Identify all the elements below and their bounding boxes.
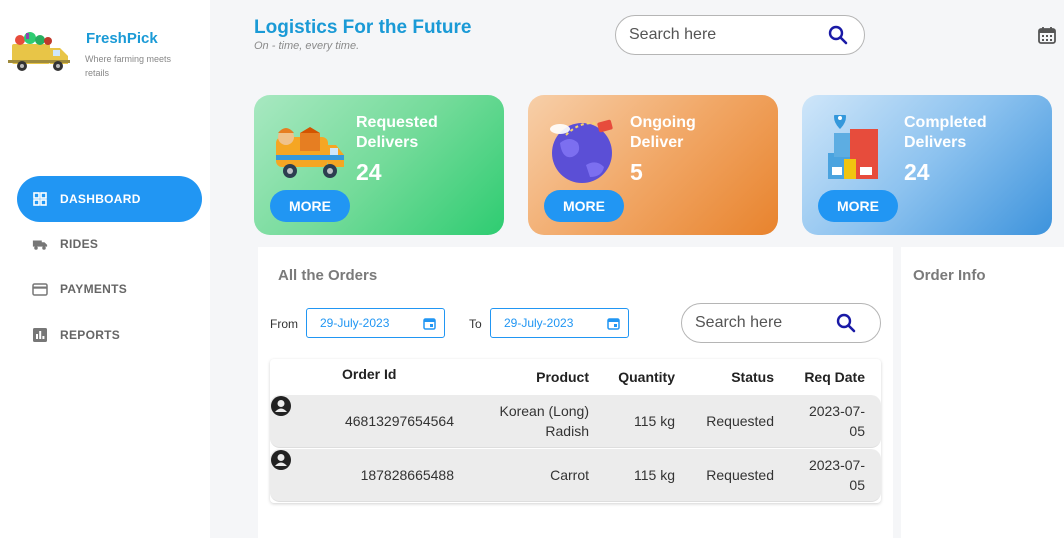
delivery-truck-logo [8, 32, 70, 71]
column-header-quantity[interactable]: Quantity [618, 369, 675, 385]
product-line: Korean (Long) [499, 403, 589, 419]
truck-icon [32, 236, 48, 252]
user-avatar-icon [271, 396, 291, 416]
status: Requested [706, 467, 774, 483]
column-header-product[interactable]: Product [536, 369, 589, 385]
date-line: 2023-07- [808, 457, 865, 473]
orders-search-input[interactable] [695, 314, 825, 332]
date-line: 05 [849, 423, 865, 439]
sidebar: FreshPick Where farming meets retails DA… [0, 0, 210, 538]
product-name: Carrot [550, 465, 589, 485]
req-date: 2023-07- 05 [809, 401, 865, 441]
brand-name: FreshPick [86, 30, 158, 47]
orders-search-box[interactable] [681, 303, 881, 343]
nav-label: RIDES [60, 237, 99, 251]
to-date-field[interactable]: 29-July-2023 [490, 308, 629, 338]
orders-panel: All the Orders From 29-July-2023 To 29-J… [258, 247, 893, 538]
card-count: 24 [904, 159, 930, 185]
nav-label: DASHBOARD [60, 192, 141, 206]
date-line: 05 [849, 477, 865, 493]
packages-illustration [828, 115, 878, 179]
to-date-value: 29-July-2023 [504, 316, 574, 330]
order-info-panel: Order Info [901, 247, 1064, 538]
card-label: Ongoing Deliver [630, 114, 696, 151]
table-row[interactable]: 187828665488 Carrot 115 kg Requested 202… [270, 449, 881, 502]
to-label: To [469, 317, 482, 331]
nav-item-reports[interactable]: REPORTS [17, 312, 202, 358]
calendar-icon[interactable] [423, 317, 436, 330]
search-icon[interactable] [836, 313, 856, 333]
nav-item-dashboard[interactable]: DASHBOARD [17, 176, 202, 222]
more-button[interactable]: MORE [544, 190, 624, 222]
date-line: 2023-07- [808, 403, 865, 419]
nav-label: PAYMENTS [60, 282, 128, 296]
bar-chart-icon [32, 327, 48, 343]
orders-table: Order Id Product Quantity Status Req Dat… [270, 359, 881, 503]
from-date-field[interactable]: 29-July-2023 [306, 308, 445, 338]
table-row[interactable]: 46813297654564 Korean (Long) Radish 115 … [270, 395, 881, 448]
card-count: 5 [630, 159, 643, 185]
quantity: 115 kg [634, 413, 675, 429]
column-header-req-date[interactable]: Req Date [804, 369, 865, 385]
from-label: From [270, 317, 298, 331]
from-date-value: 29-July-2023 [320, 316, 390, 330]
card-label: Completed Delivers [904, 114, 987, 151]
user-avatar-icon [271, 450, 291, 470]
order-info-title: Order Info [913, 267, 986, 284]
credit-card-icon [32, 281, 48, 297]
search-icon[interactable] [828, 25, 848, 45]
top-search-box[interactable] [615, 15, 865, 55]
page-subtitle: On - time, every time. [254, 40, 360, 52]
card-completed-delivers: Completed Delivers 24 MORE [802, 95, 1052, 235]
order-id: 187828665488 [360, 467, 454, 483]
card-label: Requested Delivers [356, 114, 438, 151]
product-line: Carrot [550, 467, 589, 483]
table-header: Order Id Product Quantity Status Req Dat… [270, 359, 881, 395]
brand-tagline: Where farming meets retails [85, 54, 172, 78]
status: Requested [706, 413, 774, 429]
nav-item-payments[interactable]: PAYMENTS [17, 266, 202, 312]
grid-icon [32, 191, 48, 207]
req-date: 2023-07- 05 [809, 455, 865, 495]
page-title: Logistics For the Future [254, 17, 472, 38]
product-name: Korean (Long) Radish [499, 401, 589, 441]
top-search-input[interactable] [629, 26, 809, 44]
globe-delivery-illustration [550, 119, 613, 183]
nav-label: REPORTS [60, 328, 121, 342]
more-button[interactable]: MORE [270, 190, 350, 222]
nav-item-rides[interactable]: RIDES [17, 221, 202, 267]
more-button[interactable]: MORE [818, 190, 898, 222]
card-count: 24 [356, 159, 382, 185]
calendar-icon[interactable] [607, 317, 620, 330]
card-requested-delivers: Requested Delivers 24 MORE [254, 95, 504, 235]
card-ongoing-deliver: Ongoing Deliver 5 MORE [528, 95, 778, 235]
column-header-status[interactable]: Status [731, 369, 774, 385]
orders-title: All the Orders [278, 267, 378, 284]
order-id: 46813297654564 [344, 413, 454, 429]
quantity: 115 kg [634, 467, 675, 483]
column-header-order-id[interactable]: Order Id [342, 366, 396, 382]
delivery-van-illustration [276, 127, 344, 178]
calendar-icon[interactable] [1038, 26, 1056, 44]
product-line: Radish [545, 423, 589, 439]
